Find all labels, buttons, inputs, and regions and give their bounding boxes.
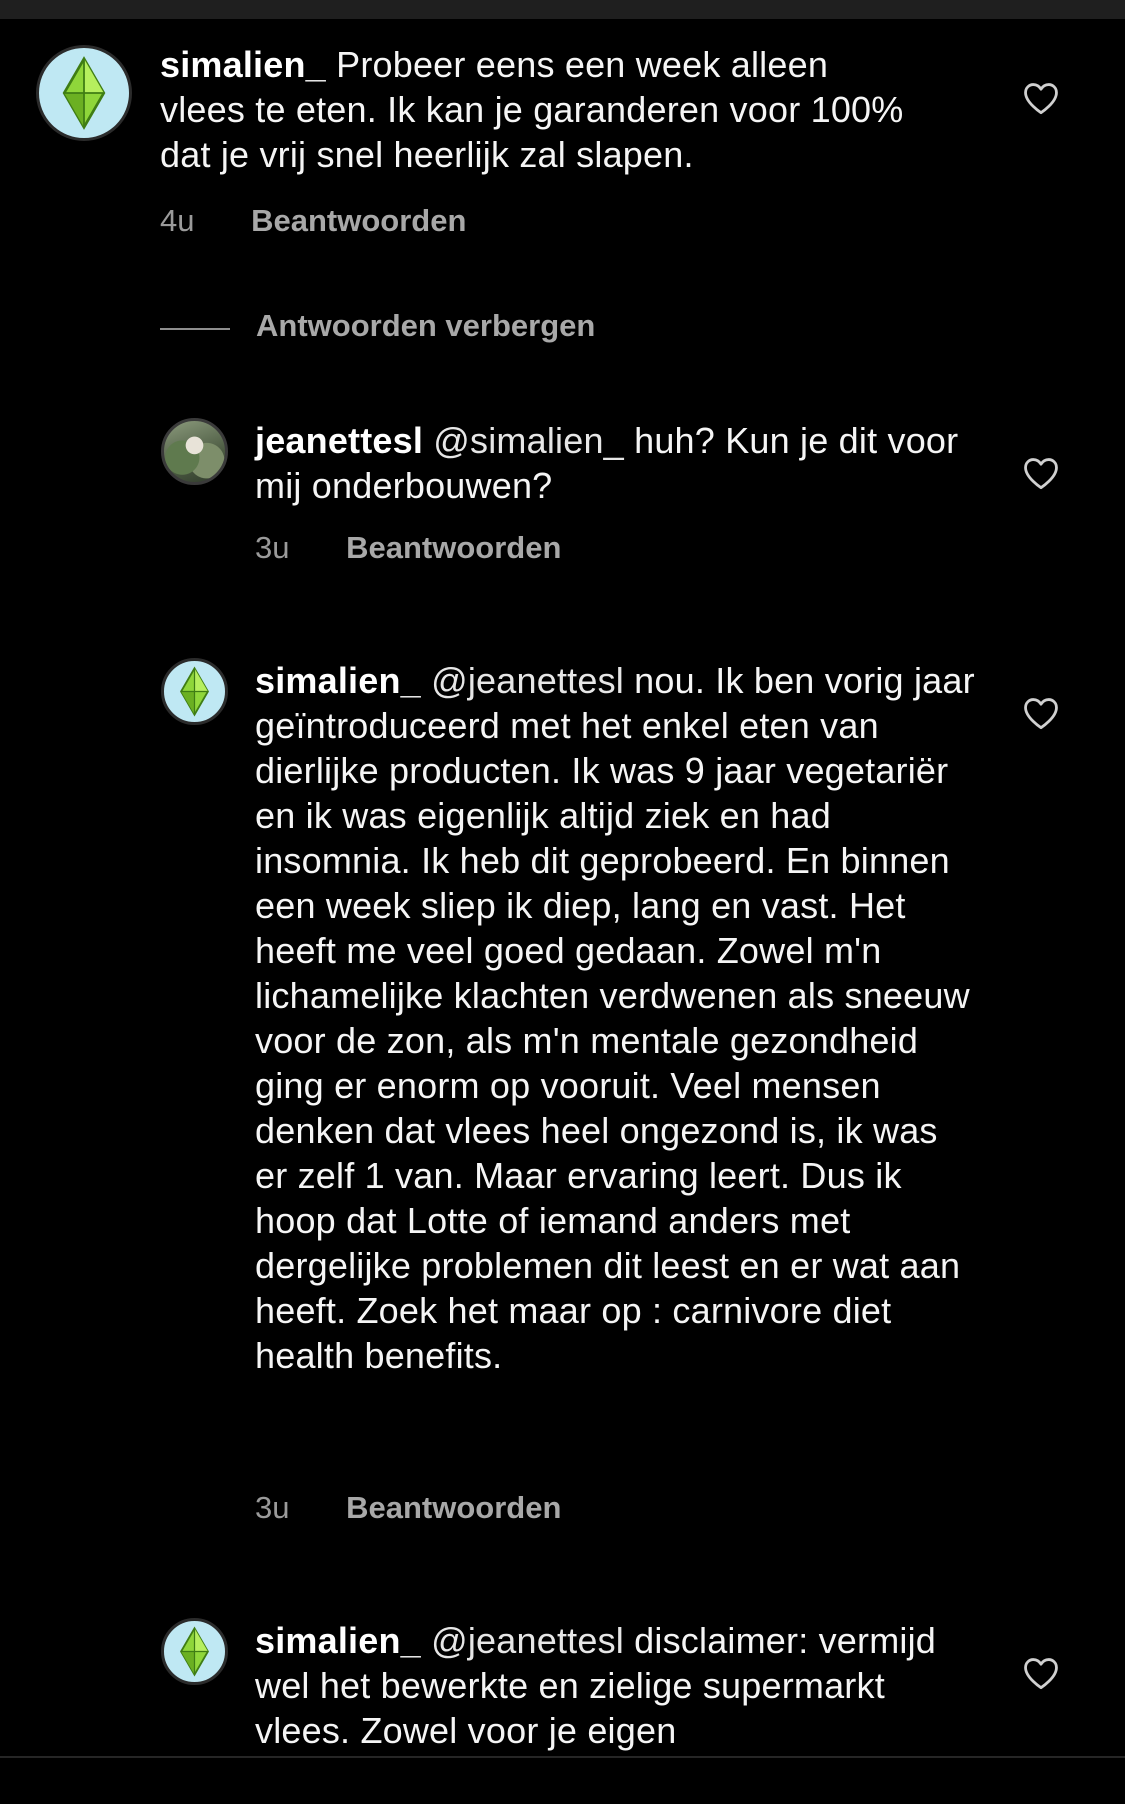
heart-icon[interactable] bbox=[1022, 696, 1060, 730]
comment-body: simalien_ Probeer eens een week alleen v… bbox=[160, 42, 920, 177]
hide-replies-label: Antwoorden verbergen bbox=[256, 308, 596, 343]
reply-meta: 3u Beantwoorden bbox=[255, 530, 561, 566]
reply-mention[interactable]: @jeanettesl bbox=[431, 660, 624, 701]
avatar[interactable] bbox=[36, 45, 132, 141]
reply-meta: 3u Beantwoorden bbox=[255, 1490, 561, 1526]
reply-comment: jeanettesl @simalien_ huh? Kun je dit vo… bbox=[0, 418, 1125, 578]
plumbob-icon bbox=[180, 666, 209, 717]
reply-comment: simalien_ @jeanettesl disclaimer: vermij… bbox=[0, 1618, 1125, 1758]
top-bar-edge bbox=[0, 0, 1125, 19]
heart-icon[interactable] bbox=[1022, 1656, 1060, 1690]
bottom-bar-edge bbox=[0, 1756, 1125, 1804]
reply-comment: simalien_ @jeanettesl nou. Ik ben vorig … bbox=[0, 658, 1125, 1538]
reply-time: 3u bbox=[255, 530, 290, 565]
reply-body: jeanettesl @simalien_ huh? Kun je dit vo… bbox=[255, 418, 975, 508]
avatar[interactable] bbox=[161, 658, 228, 725]
comment-meta: 4u Beantwoorden bbox=[160, 203, 466, 239]
comment: simalien_ Probeer eens een week alleen v… bbox=[0, 42, 1125, 245]
comment-username[interactable]: simalien_ bbox=[160, 44, 326, 85]
reply-username[interactable]: simalien_ bbox=[255, 1620, 421, 1661]
reply-button[interactable]: Beantwoorden bbox=[251, 203, 466, 238]
reply-username[interactable]: simalien_ bbox=[255, 660, 421, 701]
user-photo-avatar[interactable] bbox=[161, 418, 228, 485]
heart-icon[interactable] bbox=[1022, 81, 1060, 115]
reply-mention[interactable]: @jeanettesl bbox=[431, 1620, 624, 1661]
reply-body: simalien_ @jeanettesl nou. Ik ben vorig … bbox=[255, 658, 975, 1378]
reply-mention[interactable]: @simalien_ bbox=[433, 420, 624, 461]
reply-button[interactable]: Beantwoorden bbox=[346, 530, 561, 565]
heart-icon[interactable] bbox=[1022, 456, 1060, 490]
plumbob-icon bbox=[180, 1626, 209, 1677]
comment-time: 4u bbox=[160, 203, 195, 238]
reply-username[interactable]: jeanettesl bbox=[255, 420, 423, 461]
reply-time: 3u bbox=[255, 1490, 290, 1525]
plumbob-icon bbox=[62, 56, 106, 130]
reply-body: simalien_ @jeanettesl disclaimer: vermij… bbox=[255, 1618, 975, 1753]
reply-text: nou. Ik ben vorig jaar geïntroduceerd me… bbox=[255, 660, 975, 1376]
reply-button[interactable]: Beantwoorden bbox=[346, 1490, 561, 1525]
avatar[interactable] bbox=[161, 1618, 228, 1685]
divider bbox=[160, 328, 230, 330]
